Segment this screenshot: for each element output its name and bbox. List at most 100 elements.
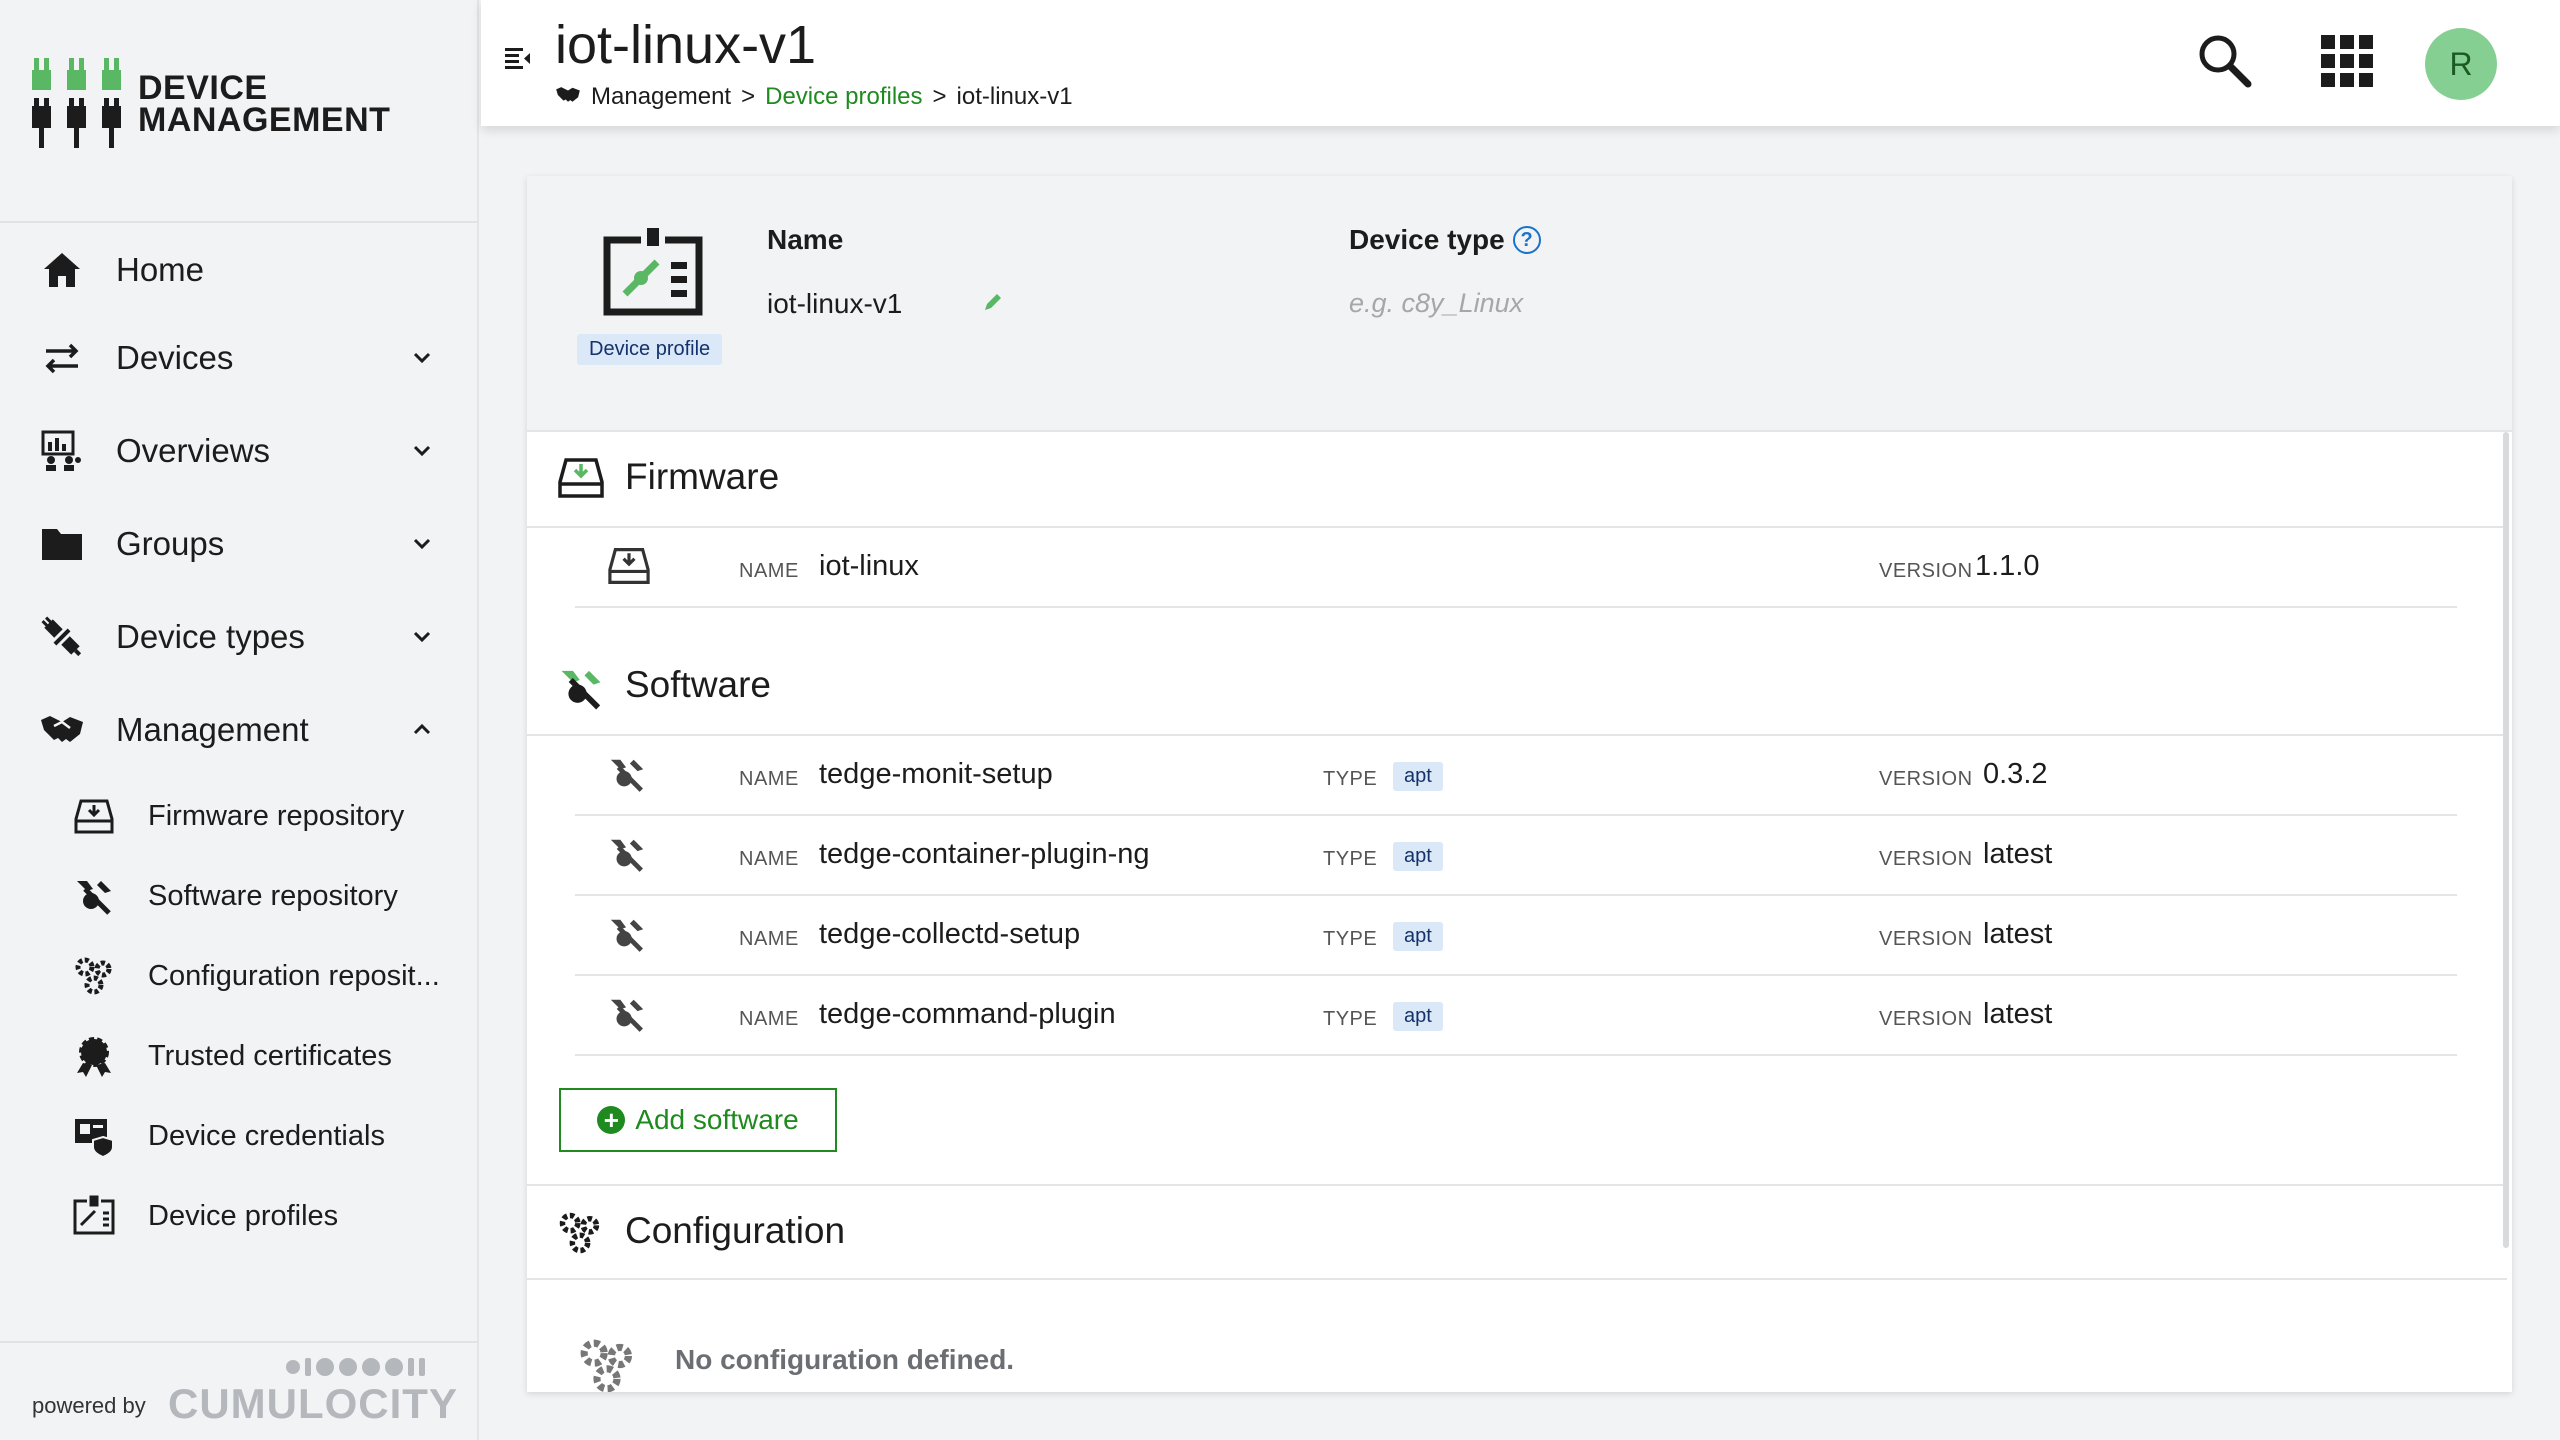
sidebar-item-firmware-repository[interactable]: Firmware repository bbox=[0, 781, 478, 851]
brand-line-1: DEVICE bbox=[138, 69, 268, 107]
device-type-input[interactable]: e.g. c8y_Linux bbox=[1349, 288, 1523, 319]
name-label: Name bbox=[767, 224, 844, 255]
credentials-icon bbox=[72, 1114, 116, 1158]
profile-header: Device profile Name iot-linux-v1 Device … bbox=[527, 176, 2512, 432]
scrollbar[interactable] bbox=[2503, 432, 2509, 1248]
software-type-badge: apt bbox=[1393, 1002, 1443, 1031]
handshake-icon bbox=[555, 83, 581, 111]
sidebar-item-device-profiles[interactable]: Device profiles bbox=[0, 1181, 478, 1251]
version-caption: VERSION bbox=[1879, 1008, 1973, 1030]
chevron-down-icon[interactable] bbox=[406, 528, 438, 560]
nav-item-label: Home bbox=[116, 251, 205, 288]
sidebar-item-trusted-certificates[interactable]: Trusted certificates bbox=[0, 1021, 478, 1091]
software-version: latest bbox=[1983, 838, 2053, 870]
folder-icon bbox=[40, 522, 84, 566]
app-switcher-icon[interactable] bbox=[2319, 33, 2375, 89]
software-row: NAME tedge-monit-setup TYPE apt VERSION … bbox=[575, 736, 2457, 816]
version-caption: VERSION bbox=[1879, 768, 1973, 790]
add-software-label: Add software bbox=[635, 1104, 799, 1135]
help-icon[interactable]: ? bbox=[1512, 226, 1541, 254]
brand-name: DEVICE MANAGEMENT bbox=[138, 69, 391, 139]
brand[interactable]: DEVICE MANAGEMENT bbox=[32, 58, 390, 150]
type-caption: TYPE bbox=[1323, 768, 1378, 790]
configuration-empty-message: No configuration defined. bbox=[675, 1344, 1015, 1375]
sidebar-item-device-credentials[interactable]: Device credentials bbox=[0, 1101, 478, 1171]
sidebar-item-label: Configuration reposit... bbox=[148, 959, 440, 992]
header: iot-linux-v1 Management > Device profile… bbox=[481, 0, 2560, 126]
user-avatar[interactable]: R bbox=[2425, 28, 2497, 100]
vendor-logo: CUMULOCITY bbox=[168, 1380, 458, 1427]
nav-item-label: Groups bbox=[116, 525, 225, 562]
name-caption: NAME bbox=[739, 848, 799, 870]
chevron-down-icon[interactable] bbox=[406, 435, 438, 467]
add-software-button[interactable]: + Add software bbox=[559, 1088, 837, 1152]
device-profile-icon bbox=[72, 1194, 116, 1238]
nav-item-groups[interactable]: Groups bbox=[0, 504, 478, 584]
sidebar-item-label: Software repository bbox=[148, 879, 398, 912]
breadcrumb-current: iot-linux-v1 bbox=[956, 83, 1073, 110]
nav-item-label: Overviews bbox=[116, 432, 271, 469]
software-section-header: Software bbox=[527, 640, 2507, 736]
device-types-icon bbox=[40, 615, 84, 659]
nav-item-overviews[interactable]: Overviews bbox=[0, 411, 478, 491]
configuration-title: Configuration bbox=[625, 1210, 846, 1251]
overviews-icon bbox=[40, 429, 84, 473]
software-icon bbox=[557, 664, 605, 712]
device-type-label-text: Device type bbox=[1349, 224, 1505, 255]
nav-item-home[interactable]: Home bbox=[0, 230, 478, 310]
edit-pencil-icon[interactable] bbox=[981, 290, 1005, 314]
software-version: latest bbox=[1983, 998, 2053, 1030]
nav-item-label: Devices bbox=[116, 339, 234, 376]
software-type-badge: apt bbox=[1393, 842, 1443, 871]
software-name: tedge-command-plugin bbox=[819, 998, 1116, 1030]
software-version: 0.3.2 bbox=[1983, 758, 2048, 790]
toggle-navigator-icon[interactable] bbox=[503, 44, 535, 76]
search-icon[interactable] bbox=[2194, 30, 2254, 90]
software-name: tedge-monit-setup bbox=[819, 758, 1053, 790]
nav-item-management[interactable]: Management bbox=[0, 690, 478, 770]
name-caption: NAME bbox=[739, 560, 799, 582]
software-row: NAME tedge-collectd-setup TYPE apt VERSI… bbox=[575, 896, 2457, 976]
cumulocity-logo-dots-icon bbox=[286, 1358, 425, 1376]
firmware-row: NAME iot-linux VERSION 1.1.0 bbox=[575, 528, 2457, 608]
divider bbox=[0, 221, 478, 223]
firmware-version: 1.1.0 bbox=[1975, 550, 2040, 582]
configuration-icon bbox=[72, 954, 116, 998]
sidebar-item-software-repository[interactable]: Software repository bbox=[0, 861, 478, 931]
device-profile-badge: Device profile bbox=[577, 334, 723, 365]
powered-by-label: powered by bbox=[32, 1393, 146, 1418]
devices-arrows-icon bbox=[40, 336, 84, 380]
device-profile-icon bbox=[601, 224, 705, 328]
type-caption: TYPE bbox=[1323, 928, 1378, 950]
page-title: iot-linux-v1 bbox=[555, 15, 817, 75]
sidebar-item-configuration-repository[interactable]: Configuration reposit... bbox=[0, 941, 478, 1011]
type-caption: TYPE bbox=[1323, 1008, 1378, 1030]
software-icon bbox=[607, 834, 651, 878]
software-row: NAME tedge-command-plugin TYPE apt VERSI… bbox=[575, 976, 2457, 1056]
configuration-icon bbox=[557, 1210, 605, 1258]
name-caption: NAME bbox=[739, 928, 799, 950]
version-caption: VERSION bbox=[1879, 848, 1973, 870]
chevron-down-icon[interactable] bbox=[406, 621, 438, 653]
nav-item-devices[interactable]: Devices bbox=[0, 318, 478, 398]
software-type-badge: apt bbox=[1393, 922, 1443, 951]
nav-item-device-types[interactable]: Device types bbox=[0, 597, 478, 677]
breadcrumb-device-profiles-link[interactable]: Device profiles bbox=[765, 83, 922, 111]
firmware-icon bbox=[72, 794, 116, 838]
chevron-up-icon[interactable] bbox=[406, 714, 438, 746]
sidebar-item-label: Device credentials bbox=[148, 1119, 385, 1152]
sidebar-item-label: Device profiles bbox=[148, 1199, 339, 1232]
version-caption: VERSION bbox=[1879, 928, 1973, 950]
software-icon bbox=[72, 874, 116, 918]
brand-line-2: MANAGEMENT bbox=[138, 101, 391, 139]
firmware-icon bbox=[607, 546, 651, 590]
sidebar-item-label: Firmware repository bbox=[148, 799, 405, 832]
divider bbox=[0, 1341, 478, 1343]
name-caption: NAME bbox=[739, 768, 799, 790]
breadcrumb-separator: > bbox=[741, 83, 756, 110]
firmware-title: Firmware bbox=[625, 456, 780, 497]
firmware-name: iot-linux bbox=[819, 550, 919, 582]
nav-item-label: Device types bbox=[116, 618, 305, 655]
chevron-down-icon[interactable] bbox=[406, 342, 438, 374]
name-value[interactable]: iot-linux-v1 bbox=[767, 288, 902, 320]
